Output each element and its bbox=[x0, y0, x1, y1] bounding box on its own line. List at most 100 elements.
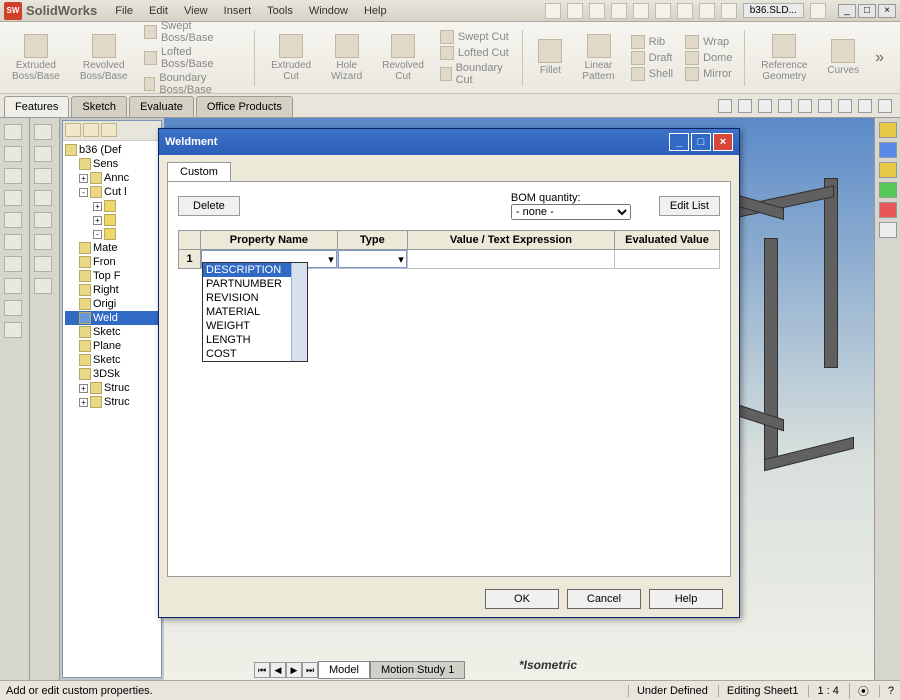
bottom-tab-model[interactable]: Model bbox=[318, 661, 370, 679]
tool-icon[interactable] bbox=[4, 234, 22, 250]
view-settings-icon[interactable] bbox=[818, 99, 832, 113]
hide-show-icon[interactable] bbox=[758, 99, 772, 113]
boundary-cut-button[interactable]: Boundary Cut bbox=[440, 62, 510, 86]
tree-root[interactable]: b36 (Def bbox=[65, 143, 159, 157]
tree-item[interactable]: +Struc bbox=[65, 381, 159, 395]
menu-file[interactable]: File bbox=[107, 2, 141, 20]
close-button[interactable]: × bbox=[878, 4, 896, 18]
swept-boss-button[interactable]: Swept Boss/Base bbox=[144, 20, 243, 44]
ribbon-expand-icon[interactable]: » bbox=[875, 49, 892, 67]
type-cell[interactable]: ▾ bbox=[338, 250, 407, 268]
tree-folder[interactable]: - bbox=[65, 227, 159, 241]
ok-button[interactable]: OK bbox=[485, 589, 559, 609]
menu-help[interactable]: Help bbox=[356, 2, 395, 20]
tree-item[interactable]: +Struc bbox=[65, 395, 159, 409]
tree-item[interactable]: Plane bbox=[65, 339, 159, 353]
property-name-dropdown[interactable]: DESCRIPTION PARTNUMBER REVISION MATERIAL… bbox=[202, 262, 308, 362]
help-button[interactable]: Help bbox=[649, 589, 723, 609]
tree-tab-icon[interactable] bbox=[101, 123, 117, 137]
tool-icon[interactable] bbox=[4, 300, 22, 316]
tree-folder[interactable]: + bbox=[65, 199, 159, 213]
undo-icon[interactable] bbox=[655, 3, 671, 19]
tool-icon[interactable] bbox=[4, 212, 22, 228]
dialog-titlebar[interactable]: Weldment _ □ × bbox=[159, 129, 739, 155]
library-icon[interactable] bbox=[879, 142, 897, 158]
wrap-button[interactable]: Wrap bbox=[685, 35, 732, 49]
mdi-close-icon[interactable] bbox=[878, 99, 892, 113]
tree-item[interactable]: Top F bbox=[65, 269, 159, 283]
prev-icon[interactable]: ◀ bbox=[270, 662, 286, 678]
cancel-button[interactable]: Cancel bbox=[567, 589, 641, 609]
new-icon[interactable] bbox=[567, 3, 583, 19]
col-property-name[interactable]: Property Name bbox=[201, 231, 338, 250]
tool-icon[interactable] bbox=[34, 212, 52, 228]
value-cell[interactable] bbox=[407, 250, 614, 269]
fillet-button[interactable]: Fillet bbox=[534, 37, 566, 78]
document-tab[interactable]: b36.SLD... bbox=[743, 3, 804, 18]
tool-icon[interactable] bbox=[34, 168, 52, 184]
next-icon[interactable]: ▶ bbox=[286, 662, 302, 678]
tree-item-weldment[interactable]: Weld bbox=[65, 311, 159, 325]
tree-item[interactable]: Mate bbox=[65, 241, 159, 255]
bottom-tab-motion[interactable]: Motion Study 1 bbox=[370, 661, 465, 679]
home-icon[interactable] bbox=[879, 122, 897, 138]
view-orient-icon[interactable] bbox=[718, 99, 732, 113]
bom-quantity-select[interactable]: - none - bbox=[511, 204, 631, 220]
revolved-boss-button[interactable]: Revolved Boss/Base bbox=[76, 32, 132, 84]
dome-button[interactable]: Dome bbox=[685, 51, 732, 65]
tree-item[interactable]: 3DSk bbox=[65, 367, 159, 381]
view-palette-icon[interactable] bbox=[879, 182, 897, 198]
tree-tab-icon[interactable] bbox=[65, 123, 81, 137]
menu-edit[interactable]: Edit bbox=[141, 2, 176, 20]
extruded-cut-button[interactable]: Extruded Cut bbox=[267, 32, 315, 84]
mirror-button[interactable]: Mirror bbox=[685, 67, 732, 81]
status-icon[interactable]: ⦿ bbox=[849, 683, 869, 699]
tool-icon[interactable] bbox=[4, 278, 22, 294]
tree-item[interactable]: Fron bbox=[65, 255, 159, 269]
dialog-maximize-button[interactable]: □ bbox=[691, 133, 711, 151]
edit-list-button[interactable]: Edit List bbox=[659, 196, 720, 216]
menu-tools[interactable]: Tools bbox=[259, 2, 301, 20]
revolved-cut-button[interactable]: Revolved Cut bbox=[378, 32, 428, 84]
draft-button[interactable]: Draft bbox=[631, 51, 673, 65]
last-icon[interactable]: ⏭ bbox=[302, 662, 318, 678]
reference-geometry-button[interactable]: Reference Geometry bbox=[757, 32, 811, 84]
open-icon[interactable] bbox=[589, 3, 605, 19]
col-value[interactable]: Value / Text Expression bbox=[407, 231, 614, 250]
appearance-icon[interactable] bbox=[879, 202, 897, 218]
maximize-button[interactable]: □ bbox=[858, 4, 876, 18]
tree-item[interactable]: Sens bbox=[65, 157, 159, 171]
help-icon[interactable] bbox=[810, 3, 826, 19]
tool-icon[interactable] bbox=[4, 168, 22, 184]
extruded-boss-button[interactable]: Extruded Boss/Base bbox=[8, 32, 64, 84]
tool-icon[interactable] bbox=[34, 256, 52, 272]
tree-item[interactable]: Origi bbox=[65, 297, 159, 311]
tree-item[interactable]: Sketc bbox=[65, 353, 159, 367]
hole-wizard-button[interactable]: Hole Wizard bbox=[327, 32, 366, 84]
tree-item[interactable]: Sketc bbox=[65, 325, 159, 339]
save-icon[interactable] bbox=[611, 3, 627, 19]
menu-window[interactable]: Window bbox=[301, 2, 356, 20]
tool-icon[interactable] bbox=[4, 322, 22, 338]
delete-button[interactable]: Delete bbox=[178, 196, 240, 216]
tree-item[interactable]: -Cut l bbox=[65, 185, 159, 199]
swept-cut-button[interactable]: Swept Cut bbox=[440, 30, 510, 44]
search-icon[interactable] bbox=[545, 3, 561, 19]
tree-tab-icon[interactable] bbox=[83, 123, 99, 137]
rebuild-icon[interactable] bbox=[699, 3, 715, 19]
tree-folder[interactable]: + bbox=[65, 213, 159, 227]
col-type[interactable]: Type bbox=[337, 231, 407, 250]
tool-icon[interactable] bbox=[34, 278, 52, 294]
tree-item[interactable]: +Annc bbox=[65, 171, 159, 185]
explorer-icon[interactable] bbox=[879, 162, 897, 178]
dropdown-scrollbar[interactable] bbox=[291, 263, 307, 361]
status-help-icon[interactable]: ? bbox=[879, 685, 894, 697]
minimize-button[interactable]: _ bbox=[838, 4, 856, 18]
scene-icon[interactable] bbox=[798, 99, 812, 113]
tab-office[interactable]: Office Products bbox=[196, 96, 293, 117]
options-icon[interactable] bbox=[721, 3, 737, 19]
tool-icon[interactable] bbox=[4, 256, 22, 272]
tool-icon[interactable] bbox=[4, 124, 22, 140]
tab-evaluate[interactable]: Evaluate bbox=[129, 96, 194, 117]
dialog-tab-custom[interactable]: Custom bbox=[167, 162, 231, 182]
